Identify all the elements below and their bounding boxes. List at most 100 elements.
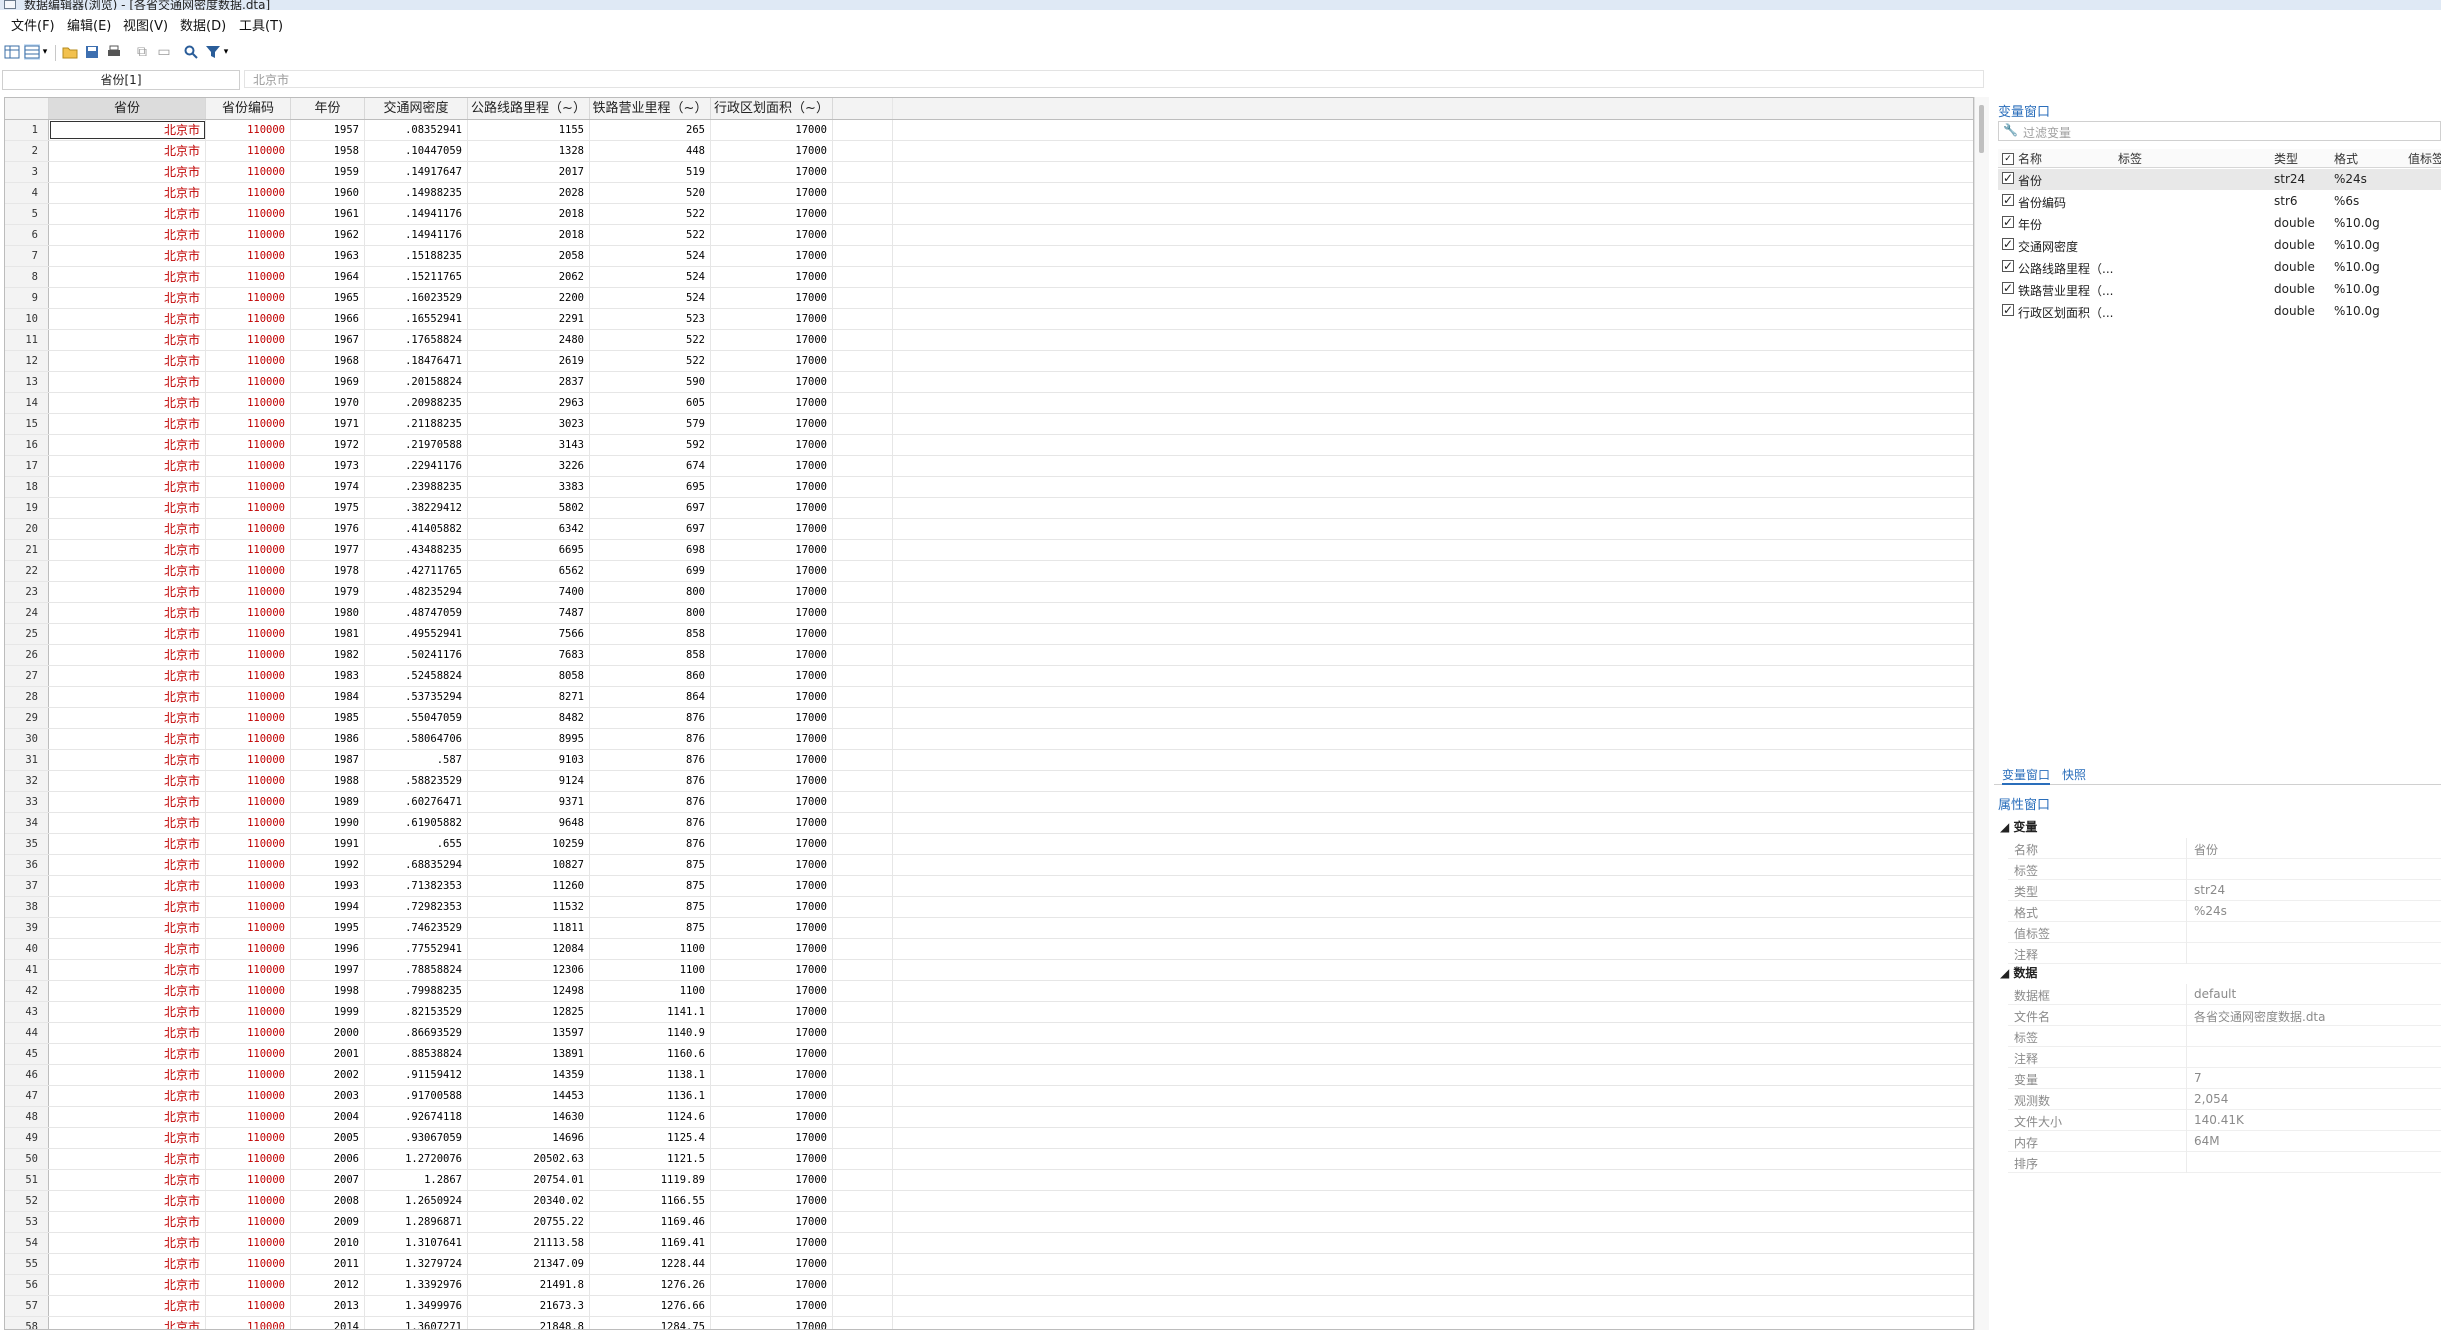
cell-density[interactable]: .78858824 bbox=[365, 960, 468, 980]
table-row[interactable]: 43 北京市 110000 1999.82153529 12825 1141.1 17000 bbox=[5, 1002, 1973, 1023]
cell-year[interactable]: 1979 bbox=[291, 582, 365, 602]
cell-area[interactable]: 17000 bbox=[711, 330, 833, 350]
cell-province[interactable]: 北京市 bbox=[49, 225, 206, 245]
cell-area[interactable]: 17000 bbox=[711, 1023, 833, 1043]
property-section-header[interactable]: ◢ 数据 bbox=[2000, 964, 2037, 981]
cell-area[interactable]: 17000 bbox=[711, 477, 833, 497]
cell-railway[interactable]: 695 bbox=[590, 477, 711, 497]
cell-area[interactable]: 17000 bbox=[711, 162, 833, 182]
cell-area[interactable]: 17000 bbox=[711, 897, 833, 917]
table-row[interactable]: 58 北京市 110000 2014 1.3607271 21848.8 1284.75 17… bbox=[5, 1317, 1973, 1329]
cell-density[interactable]: .10447059 bbox=[365, 141, 468, 161]
cell-province[interactable]: 北京市 bbox=[49, 162, 206, 182]
cell-province[interactable]: 北京市 bbox=[49, 855, 206, 875]
table-row[interactable]: 4 北京市 110000 1960.14988235 2028 520 17000 bbox=[5, 183, 1973, 204]
cell-year[interactable]: 1990 bbox=[291, 813, 365, 833]
cell-province[interactable]: 北京市 bbox=[49, 288, 206, 308]
filter-icon[interactable] bbox=[205, 44, 221, 60]
cell-year[interactable]: 1961 bbox=[291, 204, 365, 224]
cell-province[interactable]: 北京市 bbox=[49, 330, 206, 350]
data-editor-edit-icon[interactable] bbox=[4, 44, 20, 60]
cell-railway[interactable]: 1138.1 bbox=[590, 1065, 711, 1085]
cell-province-code[interactable]: 110000 bbox=[206, 519, 291, 539]
cell-year[interactable]: 1965 bbox=[291, 288, 365, 308]
cell-density[interactable]: .82153529 bbox=[365, 1002, 468, 1022]
cell-province[interactable]: 北京市 bbox=[49, 351, 206, 371]
cell-year[interactable]: 1982 bbox=[291, 645, 365, 665]
cell-year[interactable]: 1992 bbox=[291, 855, 365, 875]
cell-area[interactable]: 17000 bbox=[711, 393, 833, 413]
cell-year[interactable]: 1997 bbox=[291, 960, 365, 980]
table-row[interactable]: 51 北京市 110000 2007 1.2867 20754.01 1119.89 1700… bbox=[5, 1170, 1973, 1191]
cell-province-code[interactable]: 110000 bbox=[206, 435, 291, 455]
cell-area[interactable]: 17000 bbox=[711, 372, 833, 392]
cell-province-code[interactable]: 110000 bbox=[206, 309, 291, 329]
cell-area[interactable]: 17000 bbox=[711, 771, 833, 791]
cell-area[interactable]: 17000 bbox=[711, 855, 833, 875]
table-row[interactable]: 40 北京市 110000 1996.77552941 12084 1100 17000 bbox=[5, 939, 1973, 960]
cell-province-code[interactable]: 110000 bbox=[206, 666, 291, 686]
cell-railway[interactable]: 605 bbox=[590, 393, 711, 413]
cell-highway[interactable]: 1328 bbox=[468, 141, 590, 161]
cell-province[interactable]: 北京市 bbox=[49, 603, 206, 623]
cell-density[interactable]: .53735294 bbox=[365, 687, 468, 707]
table-row[interactable]: 22 北京市 110000 1978.42711765 6562 699 17000 bbox=[5, 561, 1973, 582]
cell-density[interactable]: .21970588 bbox=[365, 435, 468, 455]
cell-year[interactable]: 1999 bbox=[291, 1002, 365, 1022]
cell-density[interactable]: .86693529 bbox=[365, 1023, 468, 1043]
cell-area[interactable]: 17000 bbox=[711, 729, 833, 749]
cell-area[interactable]: 17000 bbox=[711, 1086, 833, 1106]
cell-density[interactable]: .52458824 bbox=[365, 666, 468, 686]
menu-file[interactable]: 文件(F) bbox=[11, 15, 55, 34]
cell-railway[interactable]: 1100 bbox=[590, 939, 711, 959]
property-row[interactable]: 排序 bbox=[2008, 1152, 2441, 1173]
cell-province[interactable]: 北京市 bbox=[49, 582, 206, 602]
cell-year[interactable]: 2014 bbox=[291, 1317, 365, 1329]
cell-province-code[interactable]: 110000 bbox=[206, 603, 291, 623]
property-row[interactable]: 格式 %24s bbox=[2008, 901, 2441, 922]
cell-province-code[interactable]: 110000 bbox=[206, 834, 291, 854]
cell-density[interactable]: .88538824 bbox=[365, 1044, 468, 1064]
cell-railway[interactable]: 1121.5 bbox=[590, 1149, 711, 1169]
col-header-highway[interactable]: 公路线路里程（~） bbox=[468, 98, 590, 119]
cell-year[interactable]: 1989 bbox=[291, 792, 365, 812]
cell-area[interactable]: 17000 bbox=[711, 981, 833, 1001]
header-type[interactable]: 类型 bbox=[2274, 150, 2298, 167]
cell-railway[interactable]: 864 bbox=[590, 687, 711, 707]
cell-density[interactable]: .587 bbox=[365, 750, 468, 770]
cell-year[interactable]: 1998 bbox=[291, 981, 365, 1001]
cell-area[interactable]: 17000 bbox=[711, 288, 833, 308]
cell-railway[interactable]: 699 bbox=[590, 561, 711, 581]
cell-density[interactable]: .20988235 bbox=[365, 393, 468, 413]
cell-railway[interactable]: 1100 bbox=[590, 960, 711, 980]
cell-year[interactable]: 2013 bbox=[291, 1296, 365, 1316]
cell-province-code[interactable]: 110000 bbox=[206, 792, 291, 812]
col-header-area[interactable]: 行政区划面积（~） bbox=[711, 98, 833, 119]
cell-railway[interactable]: 875 bbox=[590, 855, 711, 875]
chevron-down-icon[interactable]: ▾ bbox=[40, 44, 50, 60]
cell-highway[interactable]: 2619 bbox=[468, 351, 590, 371]
cell-highway[interactable]: 20340.02 bbox=[468, 1191, 590, 1211]
cell-density[interactable]: .48747059 bbox=[365, 603, 468, 623]
table-row[interactable]: 30 北京市 110000 1986.58064706 8995 876 17000 bbox=[5, 729, 1973, 750]
cell-density[interactable]: .08352941 bbox=[365, 120, 468, 140]
cell-area[interactable]: 17000 bbox=[711, 246, 833, 266]
table-row[interactable]: 45 北京市 110000 2001.88538824 13891 1160.6 17000 bbox=[5, 1044, 1973, 1065]
cell-highway[interactable]: 8482 bbox=[468, 708, 590, 728]
property-row[interactable]: 标签 bbox=[2008, 1026, 2441, 1047]
cell-year[interactable]: 2008 bbox=[291, 1191, 365, 1211]
cell-density[interactable]: .41405882 bbox=[365, 519, 468, 539]
cell-area[interactable]: 17000 bbox=[711, 750, 833, 770]
cell-highway[interactable]: 13597 bbox=[468, 1023, 590, 1043]
col-header-year[interactable]: 年份 bbox=[291, 98, 365, 119]
cell-year[interactable]: 2001 bbox=[291, 1044, 365, 1064]
table-row[interactable]: 42 北京市 110000 1998.79988235 12498 1100 17000 bbox=[5, 981, 1973, 1002]
table-row[interactable]: 3 北京市 110000 1959.14917647 2017 519 17000 bbox=[5, 162, 1973, 183]
cell-area[interactable]: 17000 bbox=[711, 204, 833, 224]
cell-railway[interactable]: 1124.6 bbox=[590, 1107, 711, 1127]
menu-data[interactable]: 数据(D) bbox=[180, 15, 226, 34]
cell-highway[interactable]: 21673.3 bbox=[468, 1296, 590, 1316]
cell-year[interactable]: 1960 bbox=[291, 183, 365, 203]
tab-variables[interactable]: 变量窗口 bbox=[2002, 766, 2051, 785]
table-row[interactable]: 52 北京市 110000 2008 1.2650924 20340.02 1166.55 1… bbox=[5, 1191, 1973, 1212]
